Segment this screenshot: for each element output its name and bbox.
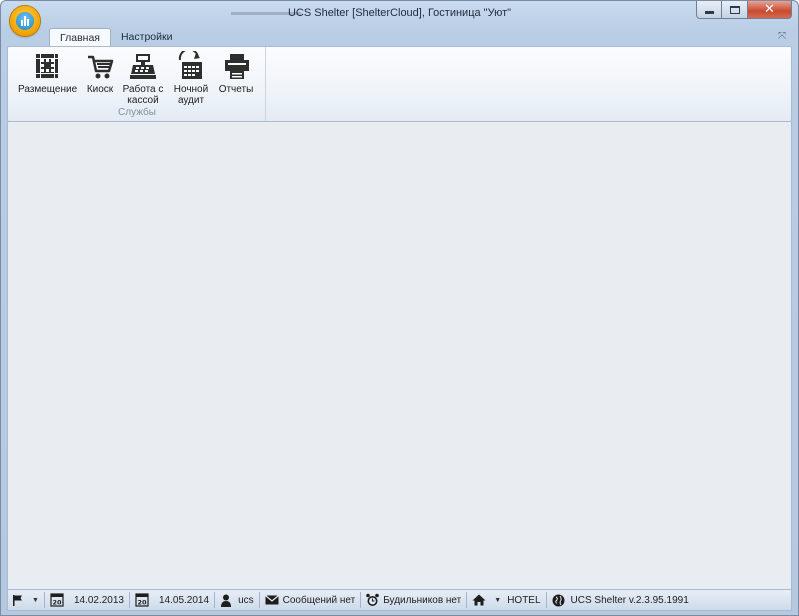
ribbon-group-label: Службы	[118, 107, 156, 118]
calendar-icon: 20	[50, 593, 64, 607]
calendar-icon: 20	[135, 593, 149, 607]
status-separator	[466, 592, 468, 608]
ucs-shelter-logo-icon	[16, 12, 34, 30]
grid-icon	[36, 54, 58, 78]
minimize-button[interactable]	[696, 1, 722, 19]
date-2: 14.05.2014	[159, 594, 210, 606]
chevron-down-icon: ▼	[494, 596, 502, 604]
minimize-icon	[704, 11, 714, 14]
tab-settings[interactable]: Настройки	[111, 28, 183, 47]
reports-button[interactable]: Отчеты	[218, 51, 254, 95]
kiosk-button[interactable]: Киоск	[83, 51, 117, 95]
cash-register-icon	[130, 54, 156, 79]
version-item: UCS Shelter v.2.3.95.1991	[548, 591, 693, 609]
alarm-clock-icon	[366, 593, 379, 606]
tab-home[interactable]: Главная	[49, 28, 111, 47]
app-menu-button[interactable]	[10, 6, 40, 36]
cash-register-button-label: Работа с кассой	[122, 84, 164, 106]
messages-item[interactable]: Сообщений нет	[261, 591, 360, 609]
ribbon-group-services: Размещение Киоск Работа с кассой Ночной …	[8, 47, 266, 121]
cart-icon	[88, 55, 114, 79]
calendar-day-label: 20	[137, 599, 147, 607]
calendar-refresh-icon	[178, 51, 202, 79]
night-audit-button[interactable]: Ночной аудит	[170, 51, 212, 106]
hotel-code: HOTEL	[507, 594, 541, 606]
close-button[interactable]: ✕	[748, 1, 792, 19]
close-icon: ✕	[764, 2, 775, 17]
date-1: 14.02.2013	[73, 594, 124, 606]
version-label: UCS Shelter v.2.3.95.1991	[570, 594, 689, 606]
printer-icon	[225, 54, 249, 79]
accommodation-button[interactable]: Размещение	[18, 51, 78, 95]
date-item-2[interactable]: 20 14.05.2014	[131, 591, 213, 609]
status-bar: ▼ 20 14.02.2013 20 14.05.2014 ucs Сообще…	[7, 589, 792, 611]
accommodation-button-label: Размещение	[18, 84, 78, 95]
status-separator	[360, 592, 362, 608]
status-separator	[43, 592, 45, 608]
date-item-1[interactable]: 20 14.02.2013	[46, 591, 128, 609]
maximize-icon	[729, 5, 740, 14]
caption-buttons: ✕	[696, 1, 792, 19]
app-window: ▬▬▬▬▬▬▬ UCS Shelter [ShelterCloud], Гост…	[0, 0, 799, 616]
status-separator	[214, 592, 216, 608]
alarms-item[interactable]: Будильников нет	[362, 591, 465, 609]
calendar-day-label: 20	[52, 599, 62, 607]
messages-status: Сообщений нет	[282, 594, 356, 606]
maximize-button[interactable]	[722, 1, 748, 19]
workspace-area	[7, 122, 792, 589]
user-name: ucs	[238, 594, 254, 606]
ribbon-panel: Размещение Киоск Работа с кассой Ночной …	[7, 46, 792, 122]
status-separator	[129, 592, 130, 608]
cash-register-button[interactable]: Работа с кассой	[120, 51, 166, 106]
hotel-selector[interactable]: ▼ HOTEL	[468, 591, 544, 609]
status-separator	[258, 592, 260, 608]
alarms-status: Будильников нет	[383, 594, 462, 606]
envelope-icon	[264, 595, 279, 605]
ribbon-tabs: Главная Настройки	[49, 28, 182, 47]
ribbon-collapse-icon[interactable]: ⤧	[778, 31, 786, 42]
window-title: UCS Shelter [ShelterCloud], Гостиница "У…	[287, 7, 512, 19]
reports-button-label: Отчеты	[218, 84, 254, 95]
status-separator	[545, 592, 547, 608]
flag-menu[interactable]: ▼	[8, 591, 43, 609]
flag-icon	[13, 595, 22, 606]
user-icon	[221, 594, 232, 607]
user-item[interactable]: ucs	[216, 591, 258, 609]
kiosk-button-label: Киоск	[86, 84, 114, 95]
chevron-down-icon: ▼	[32, 596, 39, 604]
home-icon	[472, 594, 486, 606]
globe-icon	[552, 594, 565, 606]
night-audit-button-label: Ночной аудит	[173, 84, 209, 106]
title-bar[interactable]: ▬▬▬▬▬▬▬ UCS Shelter [ShelterCloud], Гост…	[1, 1, 798, 36]
